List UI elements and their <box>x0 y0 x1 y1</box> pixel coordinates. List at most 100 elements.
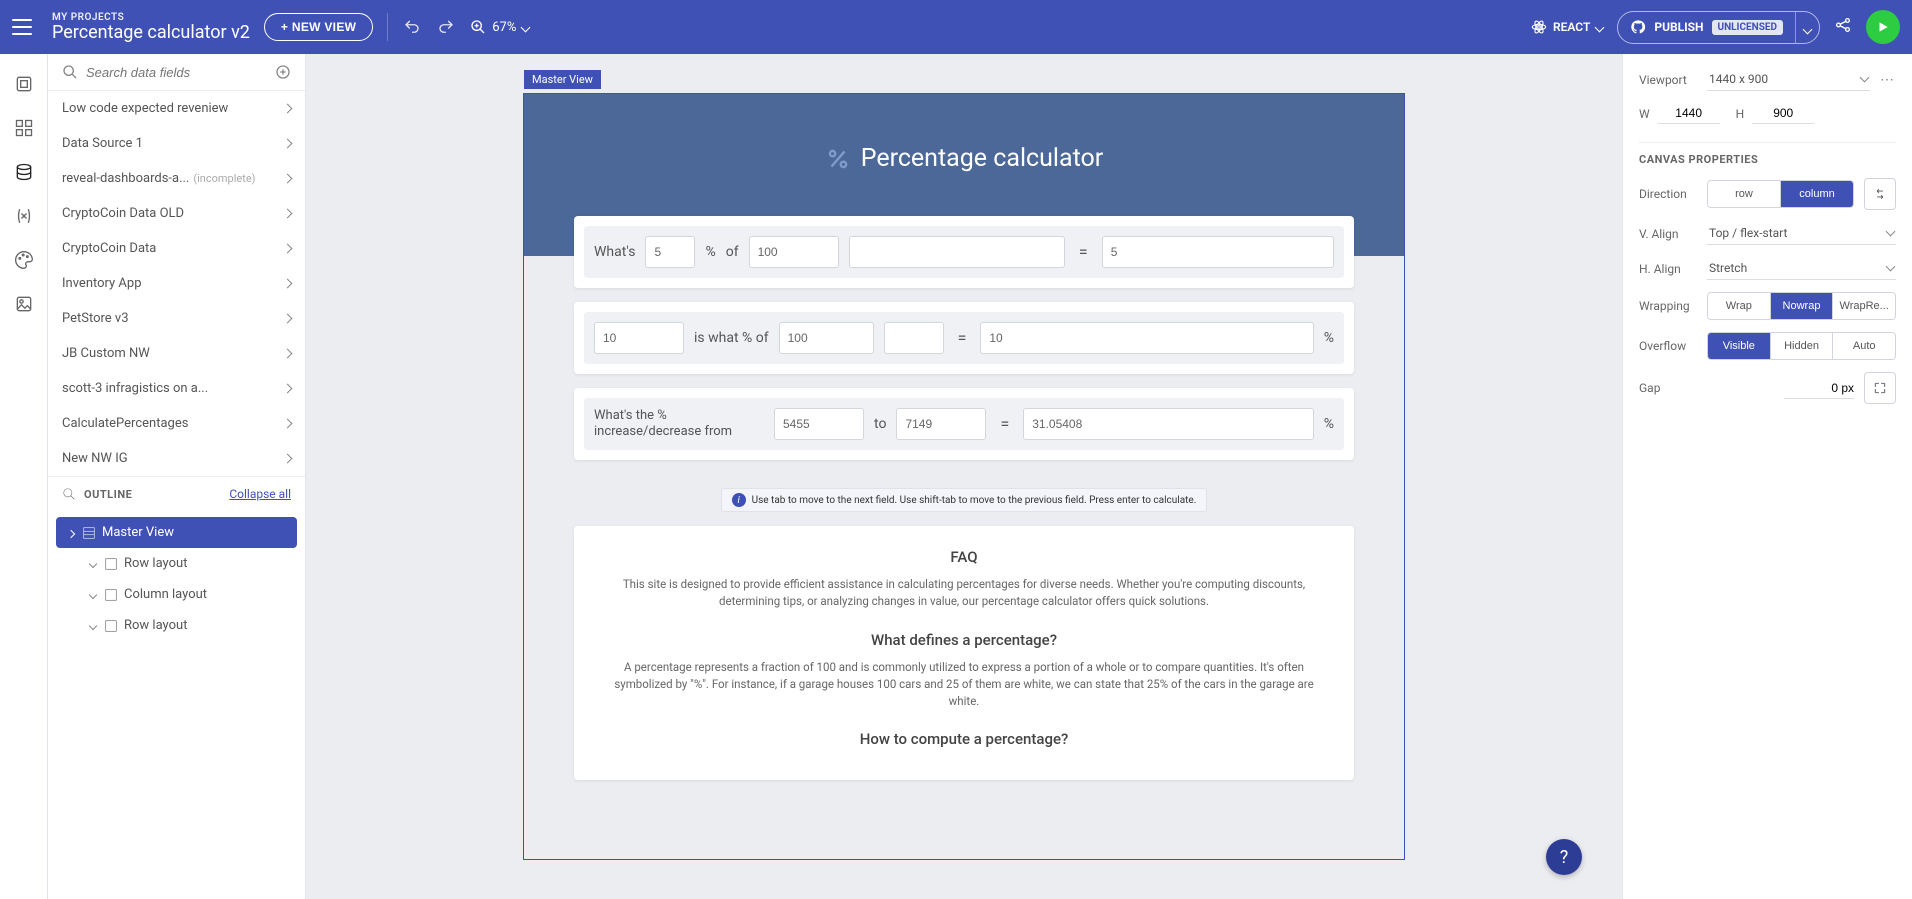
preview-button[interactable] <box>1866 10 1900 44</box>
tree-node-master-view[interactable]: Master View <box>56 517 297 548</box>
helper-text: Use tab to move to the next field. Use s… <box>752 495 1197 506</box>
row3-result[interactable] <box>1023 408 1314 440</box>
tree-node[interactable]: Row layout <box>78 548 297 579</box>
components-tab-icon[interactable] <box>12 72 36 96</box>
new-view-button[interactable]: + NEW VIEW <box>264 13 373 41</box>
layout-icon <box>104 557 118 571</box>
gap-expand-icon[interactable] <box>1864 372 1896 404</box>
swap-direction-icon[interactable] <box>1864 178 1896 210</box>
datasource-label: reveal-dashboards-a... <box>62 171 189 186</box>
chevron-down-icon <box>1804 18 1811 37</box>
project-block: MY PROJECTS Percentage calculator v2 <box>52 12 250 43</box>
width-input[interactable] <box>1658 103 1720 124</box>
collapse-all-link[interactable]: Collapse all <box>229 487 291 501</box>
tree-node[interactable]: Row layout <box>78 610 297 641</box>
direction-row[interactable]: row <box>1708 181 1781 207</box>
wrap-option[interactable]: Wrap <box>1708 293 1771 319</box>
more-icon[interactable]: ⋯ <box>1880 72 1896 88</box>
faq-card: FAQ This site is designed to provide eff… <box>574 526 1354 780</box>
chevron-right-icon <box>284 455 291 462</box>
framework-selector[interactable]: REACT <box>1531 19 1603 35</box>
publish-group: PUBLISH UNLICENSED <box>1617 11 1820 44</box>
percent-symbol: % <box>705 244 715 260</box>
direction-label: Direction <box>1639 187 1697 201</box>
outline-tree: Master View Row layout Column layout Row… <box>48 511 305 653</box>
direction-column[interactable]: column <box>1781 181 1853 207</box>
add-datasource-icon[interactable] <box>275 64 291 80</box>
chevron-right-icon <box>284 245 291 252</box>
datasource-item[interactable]: Low code expected reveniew <box>48 91 305 126</box>
datasource-item[interactable]: Data Source 1 <box>48 126 305 161</box>
variables-tab-icon[interactable] <box>12 204 36 228</box>
row3-value2[interactable] <box>896 408 986 440</box>
datasource-item[interactable]: reveal-dashboards-a...(incomplete) <box>48 161 305 196</box>
chevron-right-icon <box>88 561 98 567</box>
datasource-item[interactable]: CryptoCoin Data OLD <box>48 196 305 231</box>
chevron-right-icon <box>284 210 291 217</box>
data-tab-icon[interactable] <box>12 160 36 184</box>
datasource-item[interactable]: CalculatePercentages <box>48 406 305 441</box>
chevron-right-icon <box>284 175 291 182</box>
undo-icon[interactable] <box>402 17 422 37</box>
search-input[interactable] <box>86 65 267 80</box>
helper-hint: i Use tab to move to the next field. Use… <box>721 488 1208 512</box>
overflow-visible[interactable]: Visible <box>1708 333 1771 359</box>
page-title: Percentage calculator <box>825 144 1104 173</box>
row1-result[interactable] <box>1102 236 1334 268</box>
datasource-item[interactable]: New NW IG <box>48 441 305 476</box>
tree-node-label: Row layout <box>124 556 187 571</box>
chevron-down-icon <box>522 20 529 35</box>
divider <box>387 13 388 41</box>
datasource-item[interactable]: PetStore v3 <box>48 301 305 336</box>
datasource-item[interactable]: Inventory App <box>48 266 305 301</box>
zoom-control[interactable]: 67% <box>470 19 529 35</box>
viewport-value: 1440 x 900 <box>1709 72 1768 86</box>
canvas-frame[interactable]: Master View Percentage calculator What's… <box>524 94 1404 859</box>
row1-value2[interactable] <box>749 236 839 268</box>
chevron-right-icon <box>284 140 291 147</box>
tree-node-label: Column layout <box>124 587 207 602</box>
overflow-auto[interactable]: Auto <box>1833 333 1895 359</box>
publish-dropdown[interactable] <box>1795 12 1819 43</box>
wrapreverse-option[interactable]: WrapRe... <box>1833 293 1895 319</box>
row3-label: What's the % increase/decrease from <box>594 408 764 441</box>
faq-heading: FAQ <box>602 548 1326 566</box>
row1-value1[interactable] <box>645 236 695 268</box>
datasource-item[interactable]: JB Custom NW <box>48 336 305 371</box>
datasource-item[interactable]: scott-3 infragistics on a... <box>48 371 305 406</box>
menu-icon[interactable] <box>12 19 32 35</box>
redo-icon[interactable] <box>436 17 456 37</box>
tree-node[interactable]: Column layout <box>78 579 297 610</box>
height-input[interactable] <box>1752 103 1814 124</box>
valign-select[interactable]: Top / flex-start <box>1707 222 1896 245</box>
datasource-item[interactable]: CryptoCoin Data <box>48 231 305 266</box>
projects-breadcrumb[interactable]: MY PROJECTS <box>52 12 250 23</box>
widgets-tab-icon[interactable] <box>12 116 36 140</box>
layout-icon <box>104 619 118 633</box>
project-title: Percentage calculator v2 <box>52 23 250 43</box>
row2-value1[interactable] <box>594 322 684 354</box>
overflow-hidden[interactable]: Hidden <box>1771 333 1834 359</box>
viewport-select[interactable]: 1440 x 900 <box>1707 68 1870 91</box>
publish-button[interactable]: PUBLISH UNLICENSED <box>1618 13 1795 41</box>
equals-symbol: = <box>996 414 1013 433</box>
assets-tab-icon[interactable] <box>12 292 36 316</box>
license-badge: UNLICENSED <box>1712 20 1784 35</box>
row3-value1[interactable] <box>774 408 864 440</box>
canvas-area[interactable]: Master View Percentage calculator What's… <box>306 54 1622 899</box>
w-label: W <box>1639 107 1650 121</box>
help-fab[interactable]: ? <box>1546 839 1582 875</box>
chevron-down-icon <box>66 529 76 537</box>
nowrap-option[interactable]: Nowrap <box>1771 293 1834 319</box>
theme-tab-icon[interactable] <box>12 248 36 272</box>
gap-input[interactable] <box>1784 378 1854 399</box>
row2-value2[interactable] <box>779 322 874 354</box>
halign-select[interactable]: Stretch <box>1707 257 1896 280</box>
info-icon: i <box>732 493 746 507</box>
chevron-right-icon <box>284 105 291 112</box>
share-icon[interactable] <box>1834 16 1852 38</box>
equals-symbol: = <box>1075 242 1092 261</box>
row2-result[interactable] <box>980 322 1313 354</box>
chevron-right-icon <box>88 623 98 629</box>
equals-symbol: = <box>954 328 971 347</box>
